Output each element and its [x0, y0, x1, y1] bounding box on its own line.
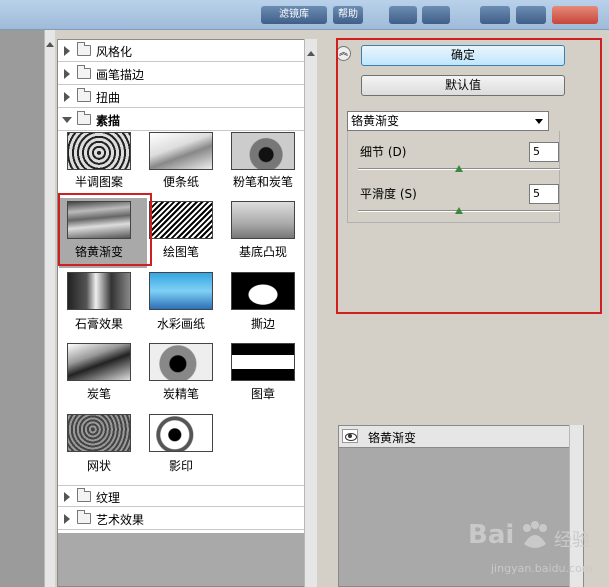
- category-brush-strokes[interactable]: 画笔描边: [58, 63, 304, 85]
- window-button[interactable]: [389, 6, 417, 24]
- folder-icon: [77, 65, 91, 79]
- folder-icon: [77, 510, 91, 524]
- folder-icon: [77, 42, 91, 56]
- filter-thumb-stamp[interactable]: [231, 343, 295, 381]
- filter-thumb-graphic-pen[interactable]: [149, 201, 213, 239]
- category-sketch[interactable]: 素描: [58, 109, 304, 131]
- filter-label: 网状: [86, 459, 111, 473]
- expand-arrow-icon[interactable]: [64, 492, 70, 502]
- expand-arrow-icon[interactable]: [64, 69, 70, 79]
- category-texture[interactable]: 纹理: [58, 485, 304, 507]
- highlight-frame-selected-filter: [58, 193, 152, 266]
- expand-arrow-icon[interactable]: [64, 46, 70, 56]
- filter-thumb-photocopy[interactable]: [149, 414, 213, 452]
- category-label: 艺术效果: [96, 513, 145, 527]
- expand-arrow-icon[interactable]: [64, 514, 70, 524]
- filter-thumb-chalk-charcoal[interactable]: [231, 132, 295, 170]
- filter-label: 撕边: [250, 317, 275, 331]
- tab-label: 滤镜库: [279, 9, 309, 20]
- filter-label: 炭精笔: [162, 387, 199, 401]
- tab-filter-gallery[interactable]: 滤镜库: [261, 6, 327, 24]
- category-label: 扭曲: [96, 91, 121, 105]
- filter-label: 图章: [250, 387, 275, 401]
- filter-label: 粉笔和炭笔: [232, 175, 293, 189]
- category-artistic[interactable]: 艺术效果: [58, 508, 304, 530]
- tab-label: 帮助: [338, 9, 358, 20]
- filter-label: 半调图案: [74, 175, 123, 189]
- filter-label: 石膏效果: [74, 317, 123, 331]
- folder-icon: [77, 488, 91, 502]
- filter-label: 影印: [168, 459, 193, 473]
- preview-scrollbar[interactable]: [44, 30, 55, 587]
- minimize-button[interactable]: [480, 6, 510, 24]
- effect-layer[interactable]: 铬黄渐变: [339, 426, 583, 448]
- folder-open-icon: [77, 111, 91, 125]
- filter-label: 炭笔: [86, 387, 111, 401]
- category-label: 画笔描边: [96, 68, 145, 82]
- window-titlebar: 滤镜库 帮助: [0, 0, 609, 30]
- scroll-up-icon[interactable]: [307, 51, 315, 56]
- collapse-arrow-icon[interactable]: [62, 117, 72, 123]
- filter-label: 便条纸: [162, 175, 199, 189]
- baidu-jingyan-watermark: Bai 经验 jingyan.baidu.com: [468, 520, 609, 587]
- filter-thumb-water-paper[interactable]: [149, 272, 213, 310]
- filter-label: 基底凸现: [238, 245, 287, 259]
- filter-thumb-plaster[interactable]: [67, 272, 131, 310]
- filter-thumb-bas-relief[interactable]: [231, 201, 295, 239]
- close-button[interactable]: [552, 6, 598, 24]
- watermark-brand-suffix: 经验: [554, 530, 590, 551]
- maximize-button[interactable]: [516, 6, 546, 24]
- filter-thumb-conte-crayon[interactable]: [149, 343, 213, 381]
- highlight-frame-settings: [336, 38, 602, 314]
- watermark-url: jingyan.baidu.com: [491, 562, 593, 575]
- tab-help[interactable]: 帮助: [333, 6, 363, 24]
- filter-thumb-reticulation[interactable]: [67, 414, 131, 452]
- eye-icon[interactable]: [342, 429, 358, 443]
- category-label: 素描: [96, 114, 121, 128]
- category-stylize[interactable]: 风格化: [58, 40, 304, 62]
- paw-icon: [523, 521, 547, 548]
- layer-name: 铬黄渐变: [368, 431, 417, 445]
- watermark-brand: Bai: [468, 520, 515, 550]
- filter-thumb-torn-edges[interactable]: [231, 272, 295, 310]
- gallery-empty-area: [58, 533, 304, 586]
- expand-arrow-icon[interactable]: [64, 92, 70, 102]
- window-button[interactable]: [422, 6, 450, 24]
- filter-gallery: 风格化 画笔描边 扭曲 素描 半调图案 便条纸 粉笔和炭笔 铬黄渐变 绘图笔 基…: [57, 39, 305, 587]
- filter-thumb-note-paper[interactable]: [149, 132, 213, 170]
- scroll-up-icon[interactable]: [46, 42, 54, 47]
- gallery-scrollbar[interactable]: [304, 39, 317, 587]
- folder-icon: [77, 88, 91, 102]
- filter-label: 水彩画纸: [156, 317, 205, 331]
- category-label: 风格化: [96, 45, 133, 59]
- filter-thumb-charcoal[interactable]: [67, 343, 131, 381]
- filter-thumb-halftone[interactable]: [67, 132, 131, 170]
- category-distort[interactable]: 扭曲: [58, 86, 304, 108]
- category-label: 纹理: [96, 491, 121, 505]
- filter-label: 绘图笔: [162, 245, 199, 259]
